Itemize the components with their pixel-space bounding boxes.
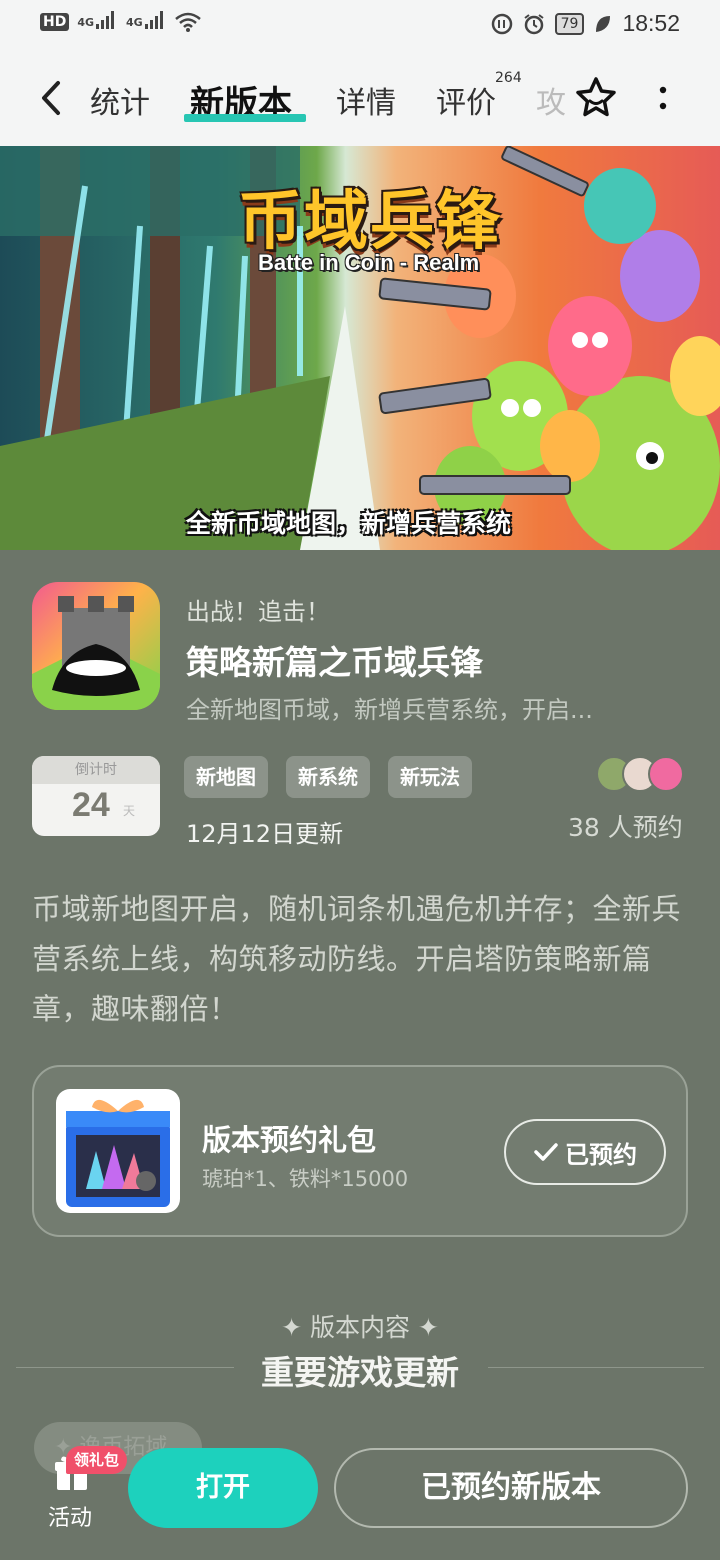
network-type-2: 4G — [126, 15, 143, 29]
tab-details[interactable]: 详情 — [336, 78, 396, 122]
avatar — [648, 756, 684, 792]
back-arrow-icon[interactable] — [36, 80, 66, 116]
version-banner[interactable]: 币域兵锋 Batte in Coin - Realm 全新币域地图，新增兵营系统 — [0, 146, 720, 550]
reviews-count-badge: 264 — [495, 70, 522, 86]
leaf-icon — [596, 15, 611, 32]
tab-reviews[interactable]: 评价 — [436, 78, 496, 122]
more-options-icon[interactable] — [654, 86, 672, 112]
reserve-count: 38 人预约 — [568, 813, 683, 842]
activity-label: 活动 — [48, 1506, 93, 1531]
game-app-icon[interactable] — [32, 582, 160, 710]
signal-2-icon: 4G — [126, 10, 167, 29]
status-bar: HD 4G 4G 79 18:52 — [0, 0, 720, 50]
check-icon — [534, 1143, 558, 1161]
game-title: 策略新篇之币域兵锋 — [186, 643, 483, 682]
banner-caption: 全新币域地图，新增兵营系统 — [186, 509, 512, 538]
update-date: 12月12日更新 — [186, 820, 344, 848]
alarm-icon — [524, 13, 544, 34]
tab-guide[interactable]: 攻 — [536, 78, 566, 122]
gift-reserved-label: 已预约 — [565, 1140, 637, 1169]
tag-new-map[interactable]: 新地图 — [184, 756, 268, 798]
section-title: 重要游戏更新 — [261, 1353, 459, 1392]
data-saver-icon — [491, 13, 512, 34]
tag-new-system[interactable]: 新系统 — [286, 756, 370, 798]
game-description: 全新地图币域，新增兵营系统，开启... — [186, 696, 593, 724]
open-game-button[interactable]: 打开 — [128, 1448, 318, 1528]
gift-box-icon — [56, 1089, 180, 1213]
countdown-unit: 天 — [123, 804, 136, 818]
reserved-version-button[interactable]: 已预约新版本 — [334, 1448, 688, 1528]
banner-subtitle: Batte in Coin - Realm — [258, 250, 480, 275]
gift-reserved-button[interactable]: 已预约 — [504, 1119, 666, 1185]
battery-icon: 79 — [554, 12, 585, 35]
favorite-star-icon[interactable] — [574, 76, 618, 118]
tab-stats[interactable]: 统计 — [90, 78, 150, 122]
status-time: 18:52 — [622, 10, 680, 36]
banner-title: 币域兵锋 — [238, 185, 502, 259]
network-type-1: 4G — [77, 15, 95, 29]
status-left: HD 4G 4G — [40, 10, 201, 32]
countdown-card: 倒计时 24 天 — [32, 756, 160, 836]
game-eyebrow: 出战！追击！ — [186, 598, 330, 626]
active-tab-indicator — [184, 114, 306, 122]
top-nav: 统计 新版本 详情 评价 264 攻 — [0, 50, 720, 146]
countdown-value: 24 — [72, 786, 110, 824]
tower-icon — [32, 596, 160, 710]
gift-contents: 琥珀*1、铁料*15000 — [202, 1167, 409, 1191]
section-eyebrow: ✦ 版本内容 ✦ — [281, 1313, 439, 1342]
reserver-avatars[interactable] — [596, 756, 688, 794]
tag-new-gameplay[interactable]: 新玩法 — [388, 756, 472, 798]
wifi-icon — [174, 12, 201, 32]
status-right: 79 18:52 — [491, 10, 680, 37]
signal-1-icon: 4G — [77, 10, 118, 29]
hd-badge: HD — [40, 13, 70, 31]
version-description: 币域新地图开启，随机词条机遇危机并存；全新兵营系统上线，构筑移动防线。开启塔防策… — [32, 892, 682, 1026]
gift-title: 版本预约礼包 — [202, 1123, 377, 1157]
reservation-gift-card[interactable]: 版本预约礼包 琥珀*1、铁料*15000 已预约 — [32, 1065, 688, 1237]
gift-badge[interactable]: 领礼包 — [66, 1446, 128, 1474]
countdown-label: 倒计时 — [32, 756, 160, 784]
